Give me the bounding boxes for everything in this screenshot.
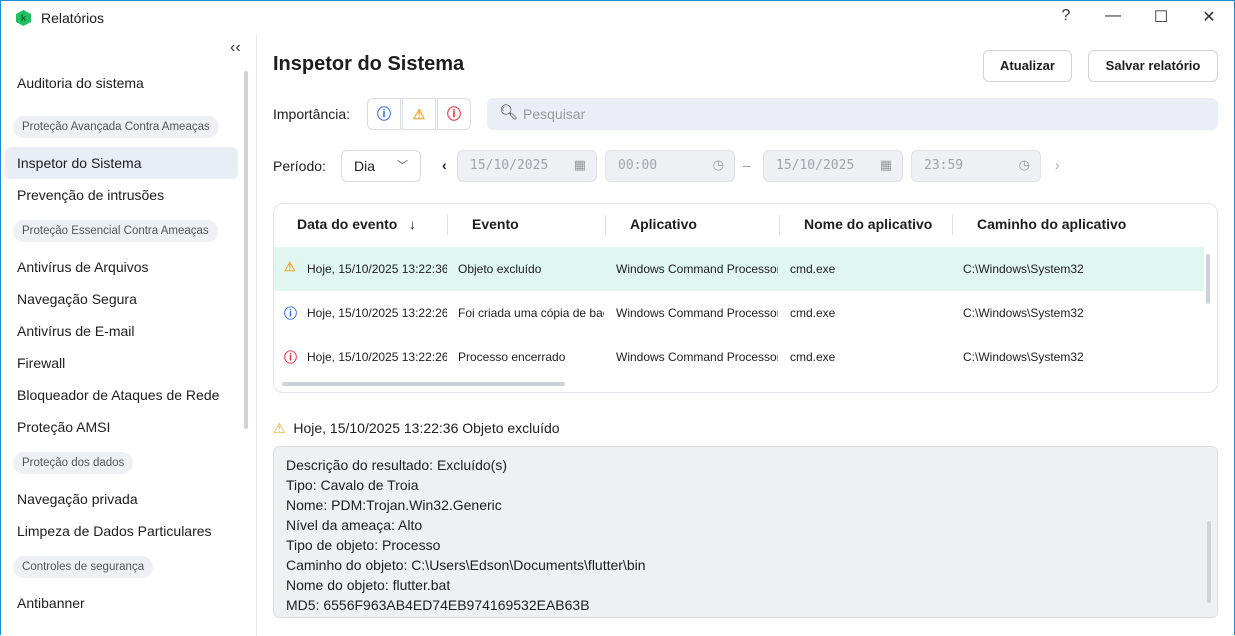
detail-line: Caminho do objeto: C:\Users\Edson\Docume… [286,557,646,573]
sort-desc-icon: ↓ [409,216,417,232]
sidebar-item[interactable]: Inspetor do Sistema [5,147,238,179]
cell-date: Hoje, 15/10/2025 13:22:26 [307,306,447,320]
range-dash: – [743,157,751,173]
column-header-app-path[interactable]: Caminho do aplicativo [977,216,1126,232]
next-period-button[interactable]: › [1055,157,1060,173]
info-icon: ⓘ [377,106,391,122]
detail-line: Tipo: Cavalo de Troia [286,477,419,493]
calendar-icon: ▦ [573,158,586,173]
to-time-field[interactable]: 23:59 ◷ [911,150,1041,182]
filter-error-button[interactable]: ⓘ [437,98,471,130]
warning-icon: ⚠ [412,106,426,122]
to-date-field[interactable]: 15/10/2025 ▦ [763,150,903,182]
events-table: Data do evento ↓ Evento Aplicativo Nome … [273,203,1218,393]
column-divider [447,215,448,235]
cell-app: Windows Command Processor [616,306,778,320]
cell-name: cmd.exe [790,350,836,364]
cell-name: cmd.exe [790,262,836,276]
sidebar-group-label: Controles de segurança [13,556,154,578]
period-label: Período: [273,158,326,174]
previous-period-button[interactable]: ‹ [442,157,447,173]
minimize-button[interactable]: — [1098,7,1128,29]
sidebar-group-label: Proteção dos dados [13,452,134,474]
cell-path: C:\Windows\System32 [963,306,1084,320]
app-logo-icon: k [16,10,31,26]
calendar-icon: ▦ [879,158,892,173]
sidebar-item[interactable]: Prevenção de intrusões [5,179,238,211]
filter-info-button[interactable]: ⓘ [367,98,401,130]
sidebar-item[interactable]: Navegação privada [5,483,238,515]
info-icon: ⓘ [284,306,298,321]
cell-app: Windows Command Processor [616,262,778,276]
sidebar-group-label: Proteção Avançada Contra Ameaças [13,116,219,138]
cell-path: C:\Windows\System32 [963,350,1084,364]
cell-date: Hoje, 15/10/2025 13:22:26 [307,350,447,364]
maximize-button[interactable]: ☐ [1146,7,1176,29]
column-header-app[interactable]: Aplicativo [630,216,697,232]
sidebar-item[interactable]: Navegação Segura [5,283,238,315]
sidebar-item[interactable]: Limpeza de Dados Particulares [5,515,238,547]
vertical-scrollbar[interactable] [1206,254,1210,304]
column-header-date[interactable]: Data do evento ↓ [297,216,416,232]
detail-line: Tipo de objeto: Processo [286,537,441,553]
cell-name: cmd.exe [790,306,836,320]
from-date-field[interactable]: 15/10/2025 ▦ [457,150,597,182]
cell-event: Processo encerrado [458,350,566,364]
window-title: Relatórios [41,10,105,26]
sidebar-item[interactable]: Bloqueador de Ataques de Rede [5,379,238,411]
cell-event: Objeto excluído [458,262,542,276]
details-scrollbar[interactable] [1207,521,1211,603]
detail-line: Nome do objeto: flutter.bat [286,577,451,593]
sidebar-item[interactable]: Proteção AMSI [5,411,238,443]
cell-event: Foi criada uma cópia de backup [458,306,604,320]
sidebar-item[interactable]: Firewall [5,347,238,379]
sidebar-item[interactable]: Auditoria do sistema [5,67,238,99]
title-bar: k Relatórios ? — ☐ ✕ [1,1,1235,35]
table-row[interactable]: ⓘ Hoje, 15/10/2025 13:22:26 Processo encer… [274,335,1204,379]
column-header-app-name[interactable]: Nome do aplicativo [804,216,932,232]
error-icon: ⓘ [447,106,461,122]
collapse-sidebar-icon[interactable]: ‹‹ [230,39,241,57]
horizontal-scrollbar[interactable] [282,382,565,386]
column-divider [779,215,780,235]
column-header-event[interactable]: Evento [472,216,519,232]
error-icon: ⓘ [284,350,298,365]
close-button[interactable]: ✕ [1194,7,1224,29]
warning-icon: ⚠ [273,420,286,436]
page-title: Inspetor do Sistema [273,53,465,75]
sidebar-item[interactable]: Antivírus de E-mail [5,315,238,347]
sidebar-group-label: Proteção Essencial Contra Ameaças [13,220,218,242]
cell-date: Hoje, 15/10/2025 13:22:36 [307,262,447,276]
detail-line: Descrição do resultado: Excluído(s) [286,457,507,473]
detail-line: Nome: PDM:Trojan.Win32.Generic [286,497,502,513]
table-row[interactable]: ⓘ Hoje, 15/10/2025 13:22:26 Foi criada uma… [274,291,1204,335]
period-select[interactable]: Dia ﹀ [341,150,421,182]
details-title: ⚠ Hoje, 15/10/2025 13:22:36 Objeto exclu… [273,420,560,436]
sidebar-scrollbar[interactable] [244,71,248,429]
clock-icon: ◷ [1018,158,1030,173]
detail-line: Nível da ameaça: Alto [286,517,423,533]
details-panel: Descrição do resultado: Excluído(s) Tipo:… [273,446,1218,618]
save-report-button[interactable]: Salvar relatório [1088,50,1218,82]
cell-path: C:\Windows\System32 [963,262,1084,276]
cell-app: Windows Command Processor [616,350,778,364]
help-button[interactable]: ? [1051,7,1081,29]
from-time-field[interactable]: 00:00 ◷ [605,150,735,182]
detail-line: MD5: 6556F963AB4ED74EB974169532EAB63B [286,597,590,613]
filter-warning-button[interactable]: ⚠ [402,98,436,130]
search-icon: 🔍︎ [499,104,519,121]
clock-icon: ◷ [712,158,724,173]
table-row[interactable]: ⚠ Hoje, 15/10/2025 13:22:36 Objeto excluíd… [274,247,1204,291]
search-input[interactable]: 🔍︎ Pesquisar [487,98,1218,130]
column-divider [605,215,606,235]
column-divider [952,215,953,235]
sidebar: ‹‹ Auditoria do sistema Proteção Avançada… [1,35,257,636]
refresh-button[interactable]: Atualizar [983,50,1072,82]
chevron-down-icon: ﹀ [397,160,408,172]
warning-icon: ⚠ [284,259,296,274]
importance-label: Importância: [273,106,351,122]
sidebar-item[interactable]: Antivírus de Arquivos [5,251,238,283]
sidebar-item[interactable]: Antibanner [5,587,238,619]
